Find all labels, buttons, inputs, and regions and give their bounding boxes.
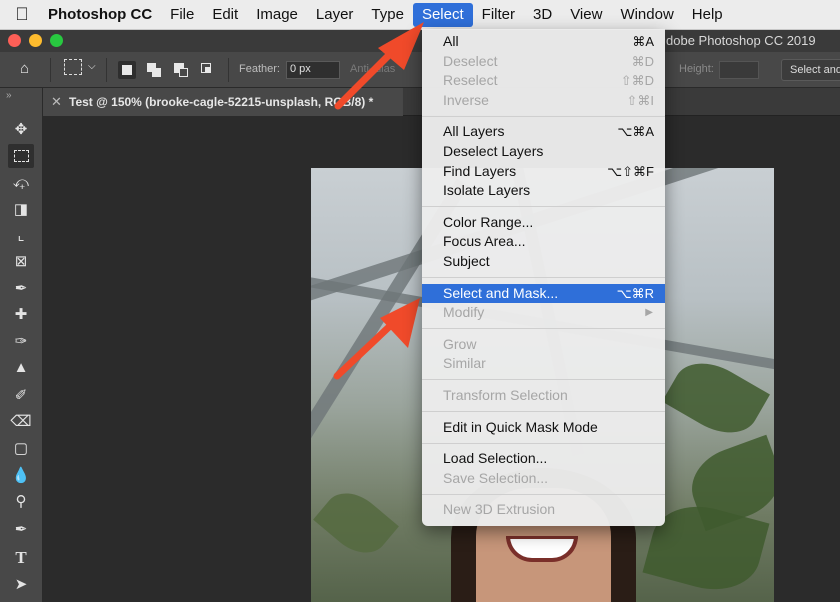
menu-item-isolate-layers[interactable]: Isolate Layers <box>422 181 665 201</box>
menu-select[interactable]: Select <box>412 2 473 27</box>
dodge-tool-icon[interactable]: ⚲ <box>8 490 34 514</box>
menu-item-find-layers[interactable]: Find Layers ⌥⇧⌘F <box>422 162 665 182</box>
new-selection-button[interactable] <box>118 61 136 79</box>
menu-divider <box>422 206 665 208</box>
menu-layer[interactable]: Layer <box>307 0 363 30</box>
gradient-tool-icon[interactable]: ▢ <box>8 437 34 461</box>
menu-file[interactable]: File <box>161 0 203 30</box>
menu-help[interactable]: Help <box>683 0 732 30</box>
menu-3d[interactable]: 3D <box>524 0 561 30</box>
menu-window[interactable]: Window <box>611 0 682 30</box>
feather-label: Feather: <box>239 63 280 75</box>
menu-item-grow: Grow <box>443 335 477 352</box>
crop-tool-icon[interactable]: ⌞ <box>8 224 34 248</box>
menu-item-load-selection[interactable]: Load Selection... <box>422 449 665 469</box>
zoom-window-button[interactable] <box>50 34 63 47</box>
menu-item-subject[interactable]: Subject <box>422 252 665 272</box>
menu-item-deselect-layers[interactable]: Deselect Layers <box>422 142 665 162</box>
marquee-preset-icon[interactable] <box>64 59 82 75</box>
menu-item-all[interactable]: All ⌘A <box>422 32 665 52</box>
menu-item-focus-area[interactable]: Focus Area... <box>422 232 665 252</box>
collapse-toolbox-icon[interactable]: » <box>6 90 12 101</box>
lasso-tool-icon[interactable]: ⤽ <box>8 171 34 195</box>
divider <box>228 58 229 82</box>
document-tab-title: Test @ 150% (brooke-cagle-52215-unsplash… <box>69 95 374 109</box>
menu-item-select-and-mask[interactable]: Select and Mask... ⌥⌘R <box>422 283 665 304</box>
submenu-arrow-icon: ▶ <box>645 307 653 319</box>
menu-item-new-3d-extrusion: New 3D Extrusion <box>443 501 556 518</box>
quick-selection-tool-icon[interactable]: ◨ <box>8 198 34 222</box>
history-brush-tool-icon[interactable]: ✐ <box>8 384 34 408</box>
antialias-checkbox[interactable]: Anti-alias <box>350 63 395 75</box>
apple-logo-icon[interactable]:  <box>0 4 44 25</box>
plant-leaf <box>313 481 399 565</box>
menu-divider <box>422 277 665 279</box>
menu-view[interactable]: View <box>561 0 611 30</box>
menu-edit[interactable]: Edit <box>203 0 247 30</box>
window-title-bar: dobe Photoshop CC 2019 <box>0 30 840 52</box>
menu-divider <box>422 411 665 412</box>
feather-input[interactable]: 0 px <box>286 61 340 79</box>
eraser-tool-icon[interactable]: ⌫ <box>8 410 34 434</box>
divider <box>50 58 51 82</box>
menu-divider <box>422 115 665 117</box>
divider <box>106 58 107 82</box>
brush-tool-icon[interactable]: ✑ <box>8 330 34 354</box>
path-selection-tool-icon[interactable]: ➤ <box>8 573 34 597</box>
menu-app-name[interactable]: Photoshop CC <box>44 0 161 30</box>
menu-filter[interactable]: Filter <box>473 0 524 30</box>
select-and-mask-button[interactable]: Select and Mask... <box>781 59 840 81</box>
eyedropper-tool-icon[interactable]: ✒ <box>8 277 34 301</box>
document-tab[interactable]: ✕ Test @ 150% (brooke-cagle-52215-unspla… <box>43 88 403 116</box>
home-icon[interactable]: ⌂ <box>20 60 29 77</box>
window-title: dobe Photoshop CC 2019 <box>666 33 816 48</box>
menu-item-transform-selection: Transform Selection <box>443 386 568 403</box>
menu-item-color-range[interactable]: Color Range... <box>422 213 665 233</box>
menu-divider <box>422 442 665 444</box>
add-to-selection-button[interactable] <box>145 61 163 79</box>
intersect-selection-button[interactable] <box>199 61 217 79</box>
close-window-button[interactable] <box>8 34 21 47</box>
chevron-down-icon[interactable]: ⌵ <box>88 61 96 72</box>
menu-image[interactable]: Image <box>247 0 307 30</box>
menu-type[interactable]: Type <box>362 0 413 30</box>
toolbox: » ✥ ⤽ ◨ ⌞ ⊠ ✒ ✚ ✑ ▲ ✐ ⌫ ▢ 💧 ⚲ ✒ T ➤ <box>0 88 43 602</box>
marquee-tool-icon[interactable] <box>8 144 34 168</box>
menu-item-modify: Modify ▶ <box>422 303 665 323</box>
close-tab-icon[interactable]: ✕ <box>51 94 62 110</box>
menu-item-similar: Similar <box>443 355 486 372</box>
menu-divider <box>422 328 665 330</box>
menu-item-save-selection: Save Selection... <box>443 469 549 486</box>
menu-bar:  Photoshop CC File Edit Image Layer Typ… <box>0 0 840 30</box>
clone-stamp-tool-icon[interactable]: ▲ <box>8 356 34 380</box>
height-label: Height: <box>679 63 714 75</box>
type-tool-icon[interactable]: T <box>8 546 34 570</box>
menu-divider <box>422 379 665 381</box>
menu-item-all-layers[interactable]: All Layers ⌥⌘A <box>422 122 665 142</box>
healing-brush-tool-icon[interactable]: ✚ <box>8 303 34 327</box>
menu-item-deselect: Deselect ⌘D <box>443 52 654 69</box>
frame-tool-icon[interactable]: ⊠ <box>8 250 34 274</box>
menu-divider <box>422 493 665 495</box>
subtract-from-selection-button[interactable] <box>172 61 190 79</box>
menu-item-inverse: Inverse ⇧⌘I <box>443 91 654 108</box>
menu-item-reselect: Reselect ⇧⌘D <box>443 72 654 89</box>
move-tool-icon[interactable]: ✥ <box>8 118 34 142</box>
options-bar: ⌂ ⌵ Feather: 0 px Anti-alias Height: Sel… <box>0 52 840 88</box>
pen-tool-icon[interactable]: ✒ <box>8 518 34 542</box>
minimize-window-button[interactable] <box>29 34 42 47</box>
select-menu-dropdown: All ⌘A Deselect ⌘D Reselect ⇧⌘D Inverse ⇧⌘I … <box>422 29 665 526</box>
menu-item-quick-mask-mode[interactable]: Edit in Quick Mask Mode <box>422 418 665 438</box>
height-input[interactable] <box>719 61 759 79</box>
blur-tool-icon[interactable]: 💧 <box>8 464 34 488</box>
